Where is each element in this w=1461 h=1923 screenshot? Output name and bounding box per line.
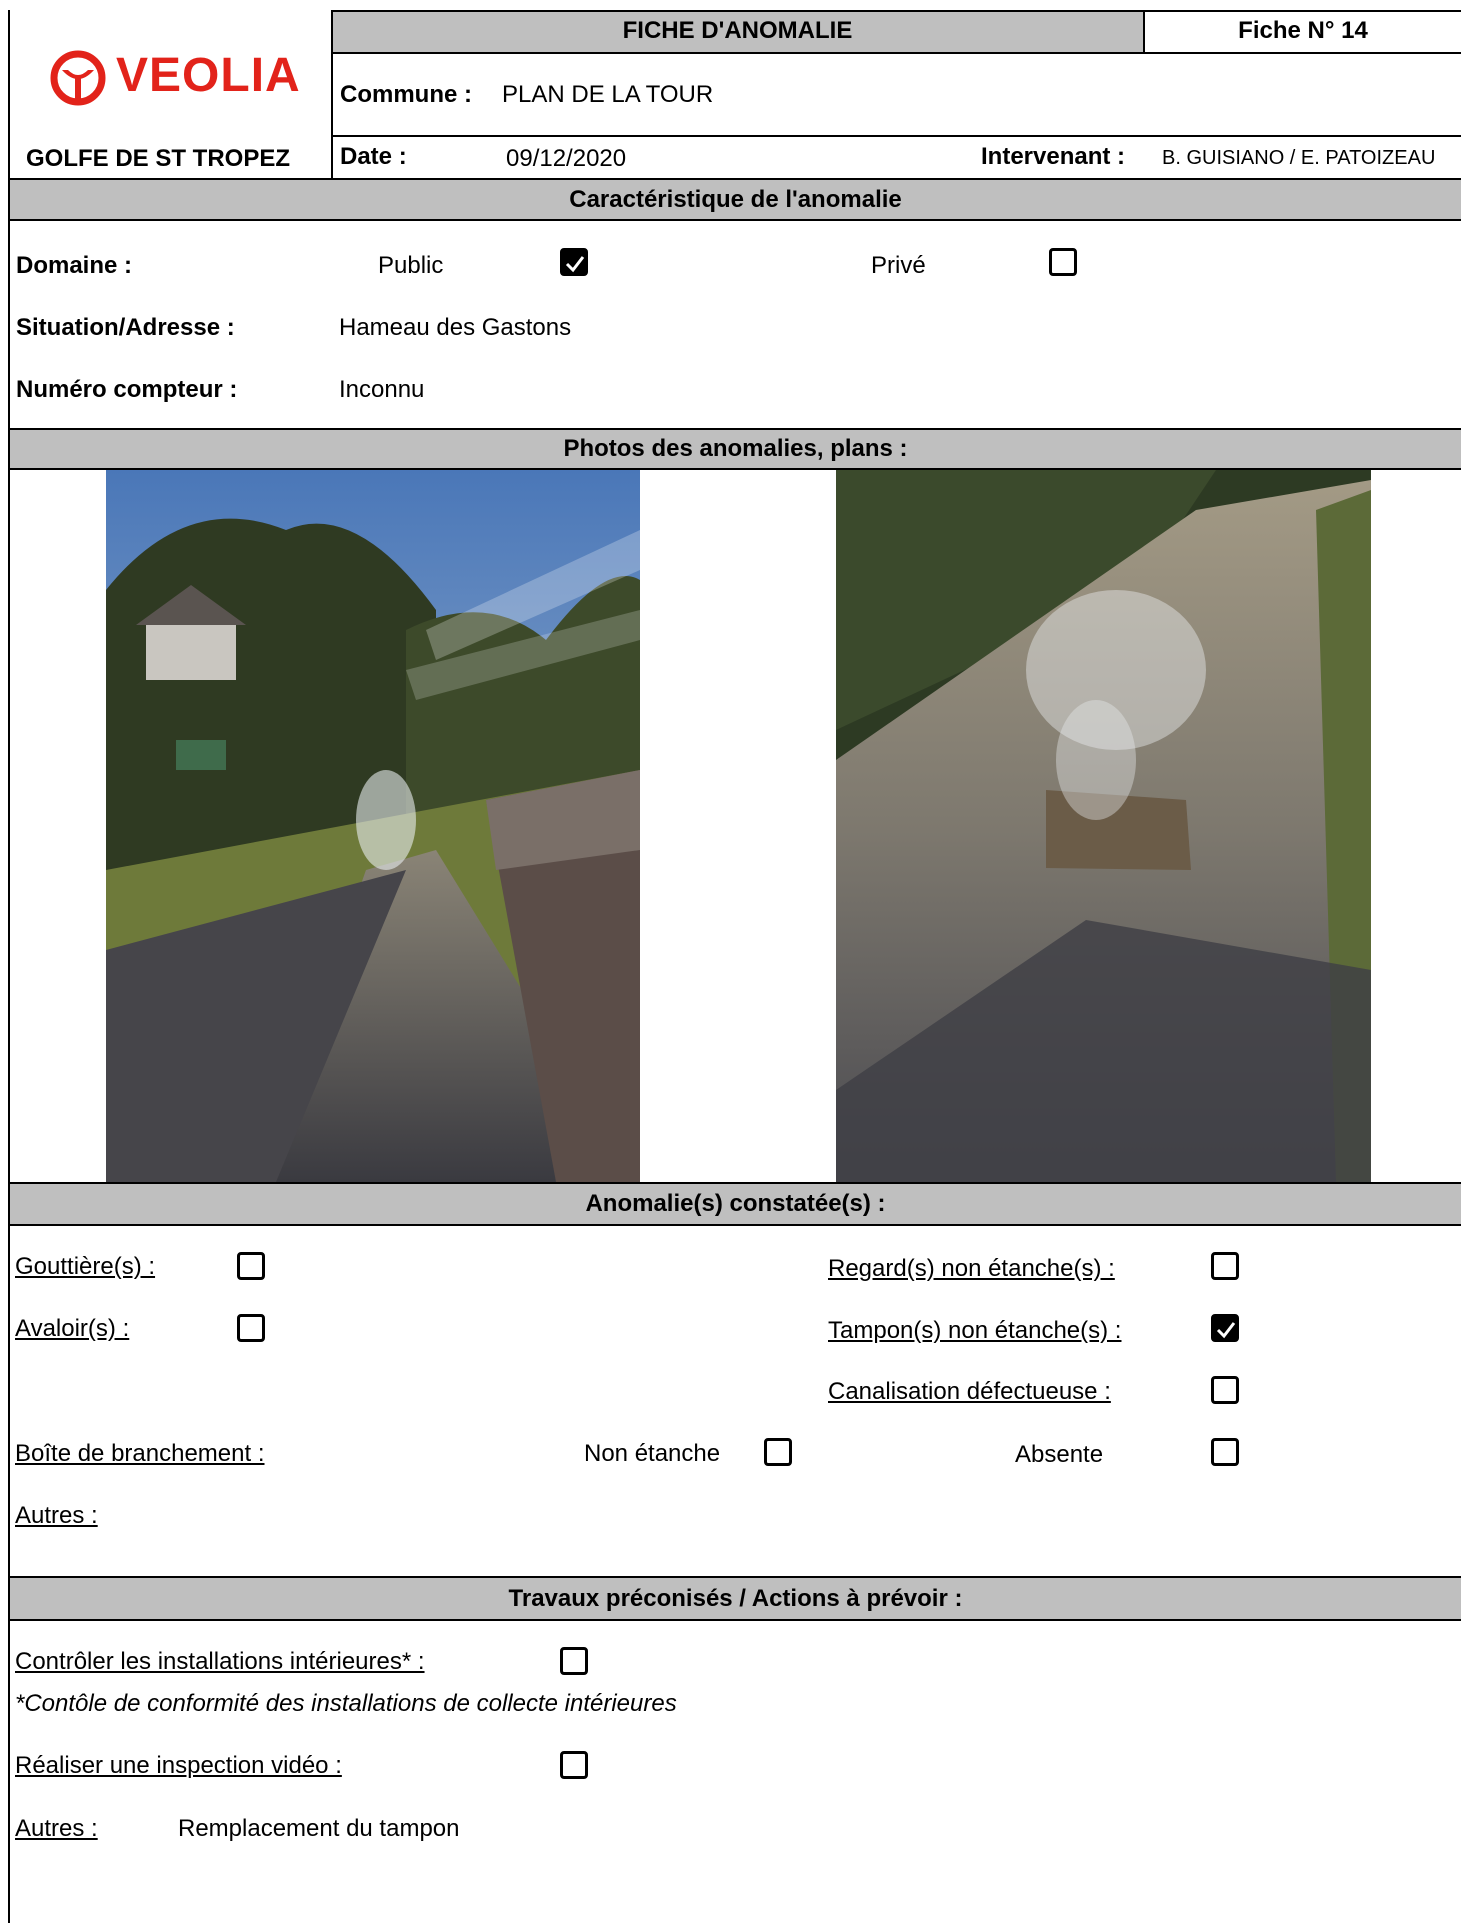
canalisation-checkbox[interactable] <box>1211 1376 1239 1404</box>
non-etanche-checkbox[interactable] <box>764 1438 792 1466</box>
date-value: 09/12/2020 <box>506 145 627 172</box>
veolia-logo-icon <box>48 48 108 108</box>
controler-checkbox[interactable] <box>560 1647 588 1675</box>
domaine-label: Domaine : <box>16 252 133 279</box>
autres-travaux-label: Autres : <box>15 1815 98 1842</box>
non-etanche-label: Non étanche <box>584 1440 721 1467</box>
commune-value: PLAN DE LA TOUR <box>502 81 714 108</box>
compteur-label: Numéro compteur : <box>16 376 238 403</box>
prive-checkbox[interactable] <box>1049 248 1077 276</box>
fiche-number: Fiche N° 14 <box>1238 17 1368 44</box>
intervenant-label: Intervenant : <box>981 143 1126 170</box>
inspection-checkbox[interactable] <box>560 1751 588 1779</box>
inspection-label: Réaliser une inspection vidéo : <box>15 1752 342 1779</box>
date-label: Date : <box>340 143 407 170</box>
regards-label: Regard(s) non étanche(s) : <box>828 1255 1115 1282</box>
form-title: FICHE D'ANOMALIE <box>622 17 853 44</box>
canalisation-label: Canalisation défectueuse : <box>828 1378 1111 1405</box>
section-photos: Photos des anomalies, plans : <box>563 435 908 462</box>
frame-left <box>8 10 10 1923</box>
situation-label: Situation/Adresse : <box>16 314 235 341</box>
public-label: Public <box>378 252 444 279</box>
avaloirs-label: Avaloir(s) : <box>15 1315 130 1342</box>
absente-checkbox[interactable] <box>1211 1438 1239 1466</box>
tampons-checkbox[interactable] <box>1211 1314 1239 1342</box>
intervenant-value: B. GUISIANO / E. PATOIZEAU <box>1162 147 1436 169</box>
gouttieres-checkbox[interactable] <box>237 1252 265 1280</box>
checkmark-icon <box>1216 1322 1236 1339</box>
compteur-value: Inconnu <box>339 376 425 403</box>
controler-label: Contrôler les installations intérieures*… <box>15 1648 425 1675</box>
tampons-label: Tampon(s) non étanche(s) : <box>828 1317 1122 1344</box>
avaloirs-checkbox[interactable] <box>237 1314 265 1342</box>
regards-checkbox[interactable] <box>1211 1252 1239 1280</box>
situation-value: Hameau des Gastons <box>339 314 572 341</box>
gouttieres-label: Gouttière(s) : <box>15 1253 156 1280</box>
section-anomalies: Anomalie(s) constatée(s) : <box>585 1190 886 1217</box>
veolia-logo-text: VEOLIA <box>116 49 301 102</box>
absente-label: Absente <box>1015 1441 1104 1468</box>
section-caracteristique: Caractéristique de l'anomalie <box>569 186 902 213</box>
prive-label: Privé <box>871 252 926 279</box>
checkmark-icon <box>565 256 585 273</box>
region-label: GOLFE DE ST TROPEZ <box>26 145 291 172</box>
anomaly-photo-1 <box>106 470 640 1182</box>
autres-anomalies-label: Autres : <box>15 1502 98 1529</box>
commune-label: Commune : <box>340 81 472 108</box>
public-checkbox[interactable] <box>560 248 588 276</box>
section-travaux: Travaux préconisés / Actions à prévoir : <box>508 1585 963 1612</box>
controle-note: *Contôle de conformité des installations… <box>15 1690 677 1717</box>
autres-travaux-value: Remplacement du tampon <box>178 1815 460 1842</box>
boite-label: Boîte de branchement : <box>15 1440 265 1467</box>
anomaly-photo-2 <box>836 470 1371 1182</box>
